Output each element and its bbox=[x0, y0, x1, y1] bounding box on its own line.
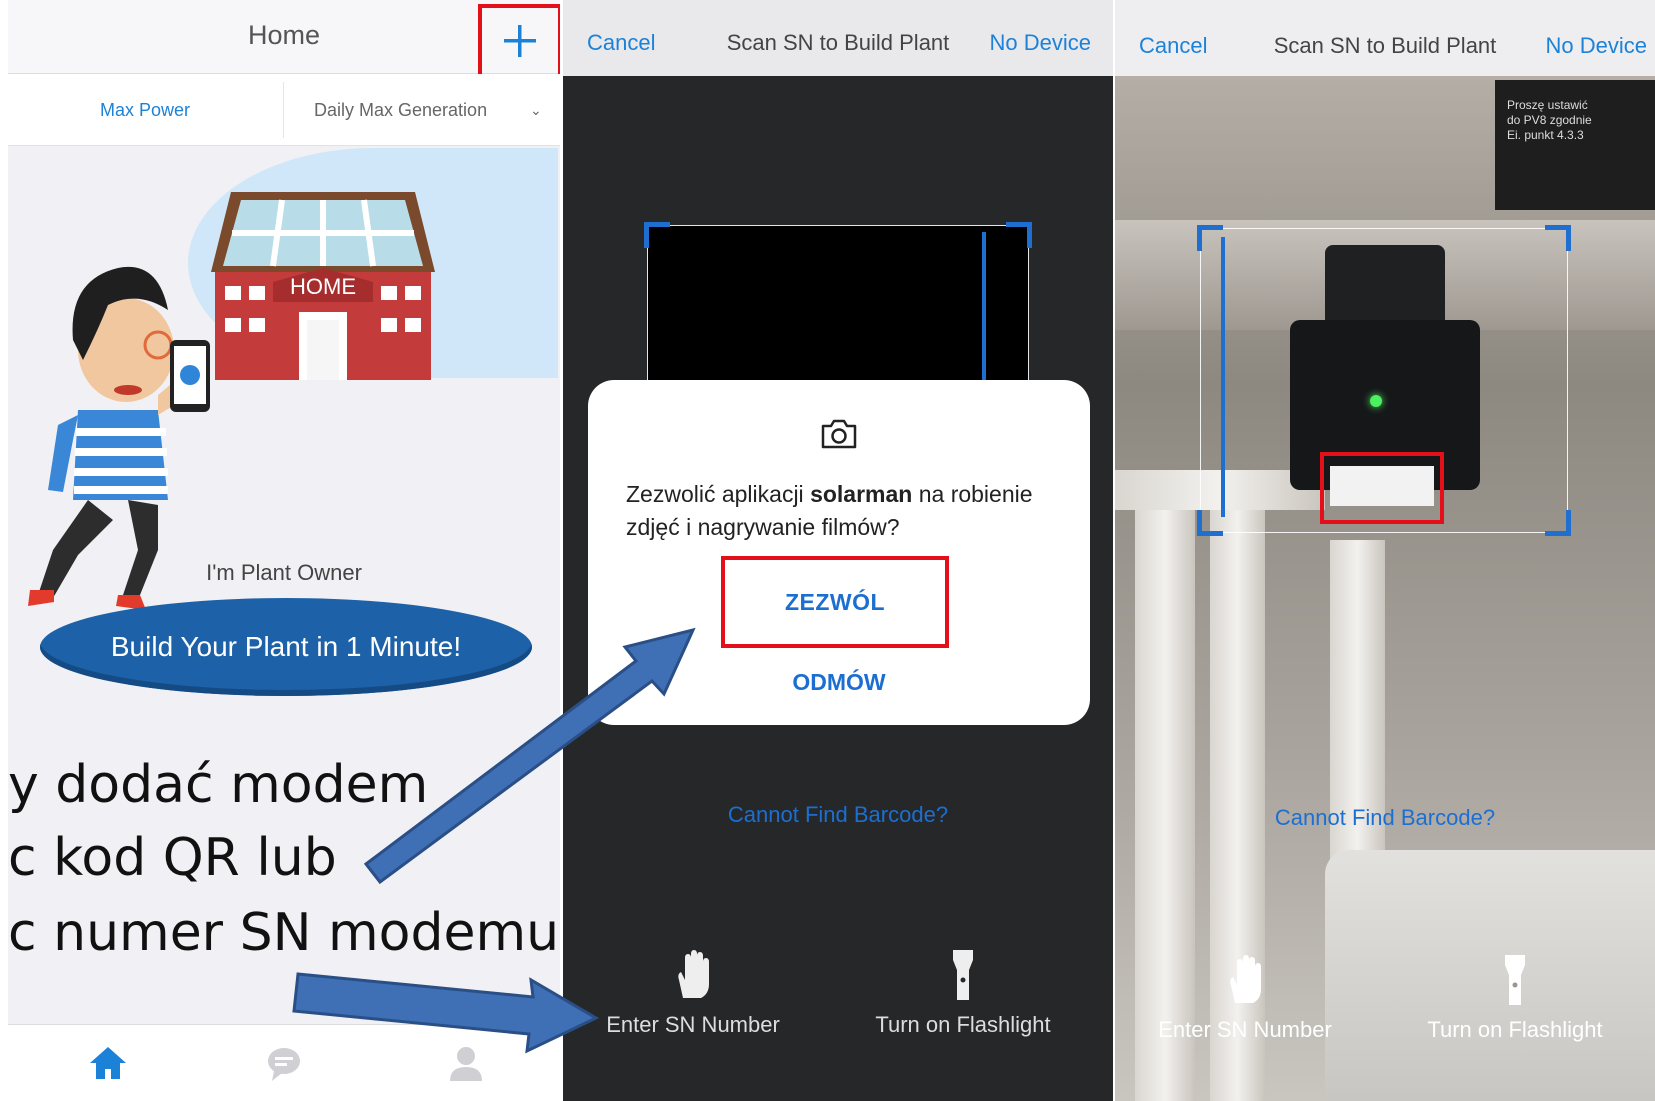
tutorial-screenshot: Home Max Power Daily Max Generation ⌄ HO… bbox=[0, 0, 1655, 1101]
arrow-to-enter-sn-icon bbox=[292, 972, 600, 1054]
annotation-arrows bbox=[292, 627, 696, 1054]
arrow-to-allow-icon bbox=[363, 627, 696, 885]
